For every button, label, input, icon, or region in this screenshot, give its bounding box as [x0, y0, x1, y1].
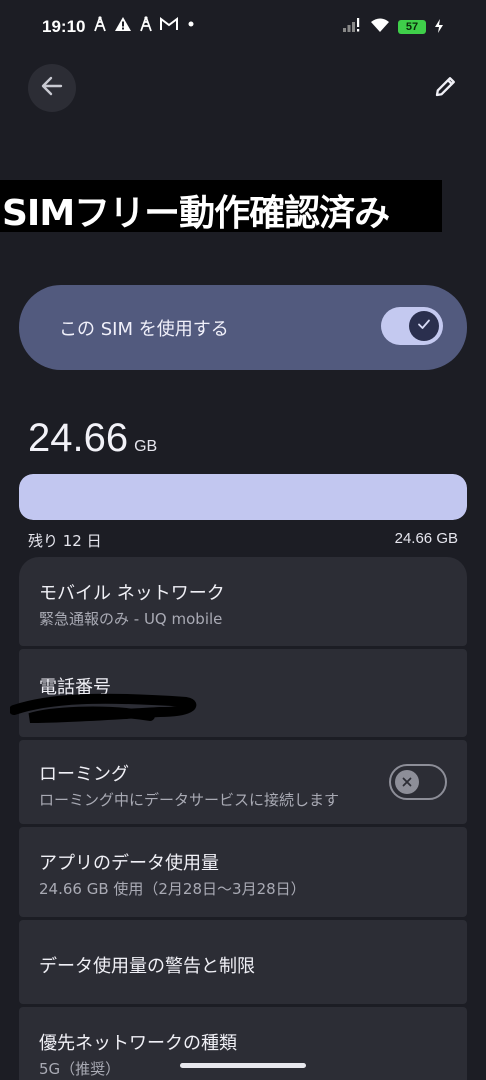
warning-icon	[114, 16, 132, 32]
list-item-roaming[interactable]: ローミング ローミング中にデータサービスに接続します	[19, 740, 467, 824]
tower-icon	[138, 16, 154, 32]
redaction-scribble	[10, 693, 197, 723]
edit-button[interactable]	[422, 64, 470, 112]
gesture-navigation-bar[interactable]	[180, 1063, 306, 1068]
battery-indicator: 57	[398, 20, 426, 34]
data-usage-amount: 24.66 GB	[28, 416, 157, 461]
app-data-usage-summary: 24.66 GB 使用（2月28日〜3月28日）	[39, 880, 306, 898]
gmail-icon	[160, 17, 178, 31]
charging-icon	[434, 18, 444, 37]
use-sim-switch-card[interactable]: この SIM を使用する	[19, 285, 467, 370]
status-bar: 19:10 57	[0, 0, 486, 56]
toggle-knob	[395, 770, 419, 794]
usage-value: 24.66	[28, 416, 129, 460]
signal-icon	[342, 17, 362, 37]
roaming-toggle[interactable]	[389, 764, 447, 800]
list-item-preferred-network[interactable]: 優先ネットワークの種類 5G（推奨）	[19, 1007, 467, 1080]
data-warning-title: データ使用量の警告と制限	[39, 956, 255, 977]
roaming-summary: ローミング中にデータサービスに接続します	[39, 791, 340, 809]
title-banner: SIMフリー動作確認済み	[0, 180, 442, 234]
pencil-icon	[434, 74, 458, 102]
toggle-knob	[409, 311, 439, 341]
use-sim-toggle[interactable]	[381, 307, 443, 345]
preferred-network-title: 優先ネットワークの種類	[39, 1033, 237, 1054]
app-data-usage-title: アプリのデータ使用量	[39, 853, 219, 874]
list-item-mobile-network[interactable]: モバイル ネットワーク 緊急通報のみ - UQ mobile	[19, 557, 467, 646]
mobile-network-title: モバイル ネットワーク	[39, 583, 225, 604]
wifi-icon	[370, 17, 390, 37]
arrow-back-icon	[41, 75, 63, 101]
title-banner-text: SIMフリー動作確認済み	[2, 193, 390, 234]
notification-icons	[92, 16, 198, 32]
check-icon	[416, 316, 432, 336]
mobile-network-summary: 緊急通報のみ - UQ mobile	[39, 610, 223, 628]
back-button[interactable]	[28, 64, 76, 112]
list-item-app-data-usage[interactable]: アプリのデータ使用量 24.66 GB 使用（2月28日〜3月28日）	[19, 827, 467, 917]
usage-unit: GB	[134, 438, 158, 455]
usage-progress-fill	[19, 474, 467, 520]
usage-progress-bar	[19, 474, 467, 520]
dot-icon	[184, 17, 198, 31]
use-sim-label: この SIM を使用する	[59, 319, 229, 340]
status-right: 57	[342, 17, 444, 37]
sim-settings-screen: 19:10 57 SIMフリー動作確認済み この SIM を使用する 24.66…	[0, 0, 486, 1080]
usage-limit: 24.66 GB	[394, 530, 458, 547]
tower-icon	[92, 16, 108, 32]
close-icon	[401, 773, 413, 792]
roaming-title: ローミング	[39, 764, 129, 785]
status-time: 19:10	[42, 17, 86, 36]
days-remaining: 残り 12 日	[28, 532, 102, 550]
preferred-network-summary: 5G（推奨）	[39, 1060, 121, 1078]
list-item-data-warning[interactable]: データ使用量の警告と制限	[19, 920, 467, 1004]
